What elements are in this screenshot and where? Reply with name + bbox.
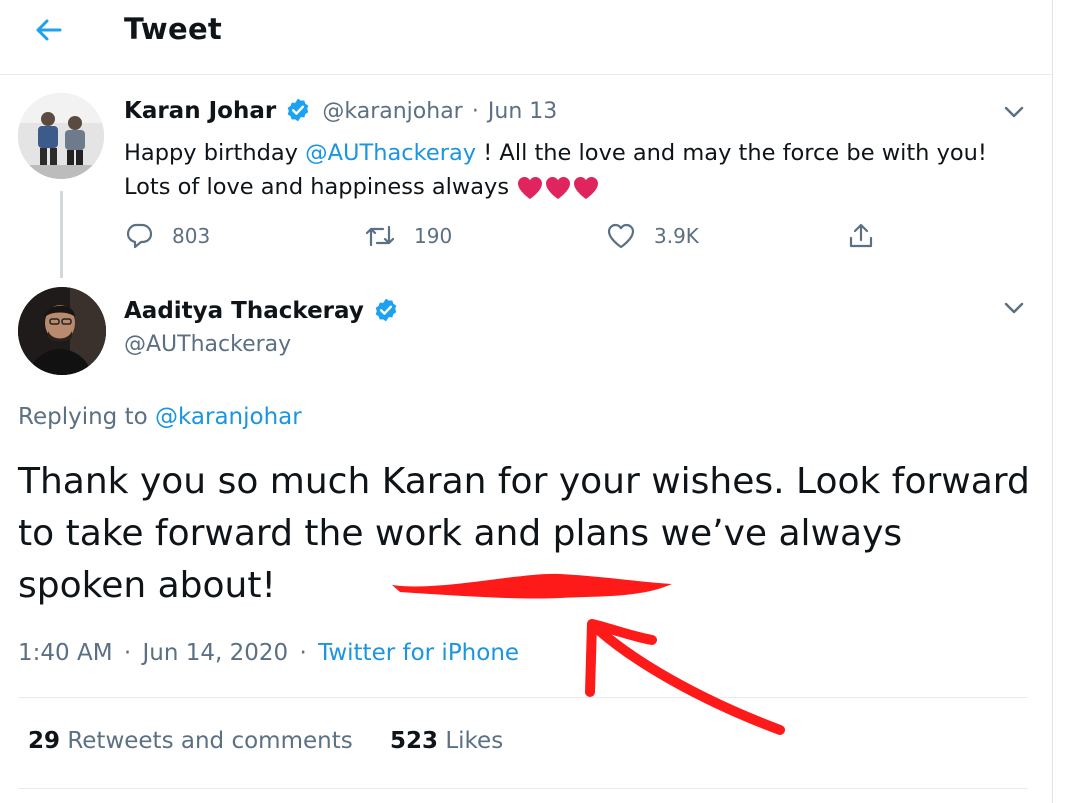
- red-arrow-mark: [585, 619, 785, 735]
- red-underline-mark: [392, 573, 672, 599]
- annotation-overlay: [392, 573, 785, 735]
